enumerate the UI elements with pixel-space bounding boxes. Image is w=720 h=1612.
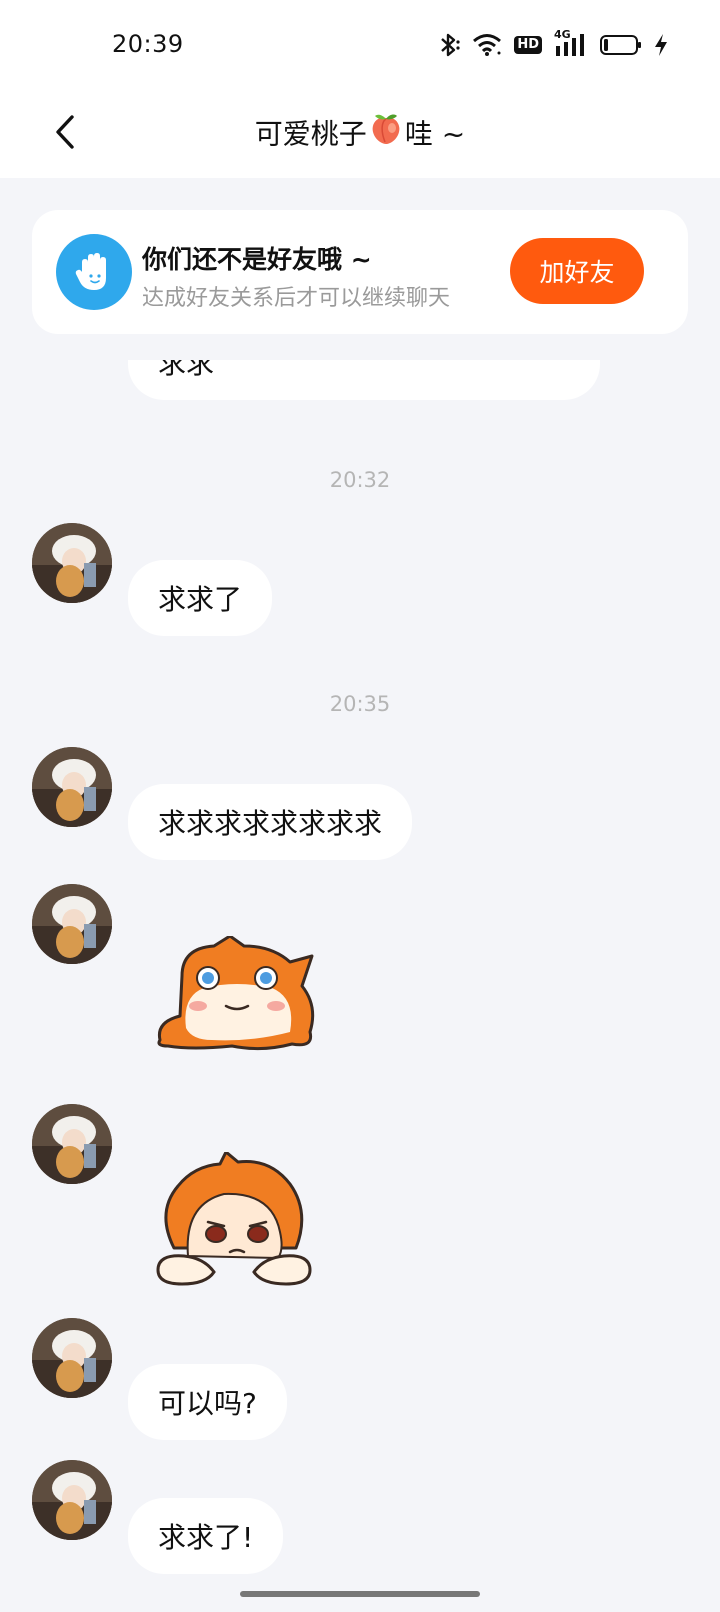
signal-4g-icon: 4G: [554, 28, 588, 58]
message-bubble[interactable]: 求求: [128, 360, 600, 400]
chat-header: 可爱桃子 哇 ~: [0, 90, 720, 178]
home-indicator[interactable]: [240, 1591, 480, 1597]
hand-icon: [56, 234, 132, 310]
status-icons: HD 4G: [438, 28, 668, 60]
status-time: 20:39: [112, 30, 184, 58]
bluetooth-icon: [438, 32, 460, 58]
title-suffix: 哇 ~: [404, 117, 466, 151]
crying-cat-sticker[interactable]: [152, 934, 322, 1060]
peach-icon: [369, 112, 403, 157]
wifi-icon: [472, 33, 502, 57]
message-text: 求求了: [158, 583, 243, 616]
message-text: 求求求求求求求求: [158, 807, 383, 840]
timestamp: 20:32: [329, 468, 391, 492]
avatar[interactable]: [32, 884, 112, 964]
status-bar: 20:39 HD 4G: [0, 0, 720, 90]
message-text: 求求: [158, 360, 215, 380]
avatar[interactable]: [32, 1104, 112, 1184]
message-bubble[interactable]: 可以吗?: [128, 1364, 287, 1440]
avatar[interactable]: [32, 1460, 112, 1540]
hd-icon: HD: [514, 36, 542, 54]
charging-icon: [654, 33, 668, 57]
message-bubble[interactable]: 求求求求求求求求: [128, 784, 413, 860]
message-bubble[interactable]: 求求了!: [128, 1498, 284, 1574]
message-bubble[interactable]: 求求了: [128, 560, 273, 636]
message-text: 求求了!: [158, 1521, 254, 1554]
avatar[interactable]: [32, 523, 112, 603]
battery-icon: [600, 34, 642, 56]
page-title: 可爱桃子 哇 ~: [0, 112, 720, 157]
title-prefix: 可爱桃子: [254, 117, 367, 151]
message-text: 可以吗?: [158, 1387, 257, 1420]
timestamp: 20:35: [329, 692, 391, 716]
avatar[interactable]: [32, 1318, 112, 1398]
chat-area[interactable]: 求求 20:32 求求了 20:35 求求求求求求求求 可以吗? 求求了!: [0, 360, 720, 1580]
banner-title: 你们还不是好友哦 ~: [142, 245, 372, 274]
friend-request-banner: 你们还不是好友哦 ~ 达成好友关系后才可以继续聊天 加好友: [32, 210, 688, 334]
add-friend-button[interactable]: 加好友: [510, 238, 644, 304]
sad-girl-sticker[interactable]: [154, 1150, 314, 1292]
banner-subtitle: 达成好友关系后才可以继续聊天: [142, 286, 451, 311]
avatar[interactable]: [32, 747, 112, 827]
